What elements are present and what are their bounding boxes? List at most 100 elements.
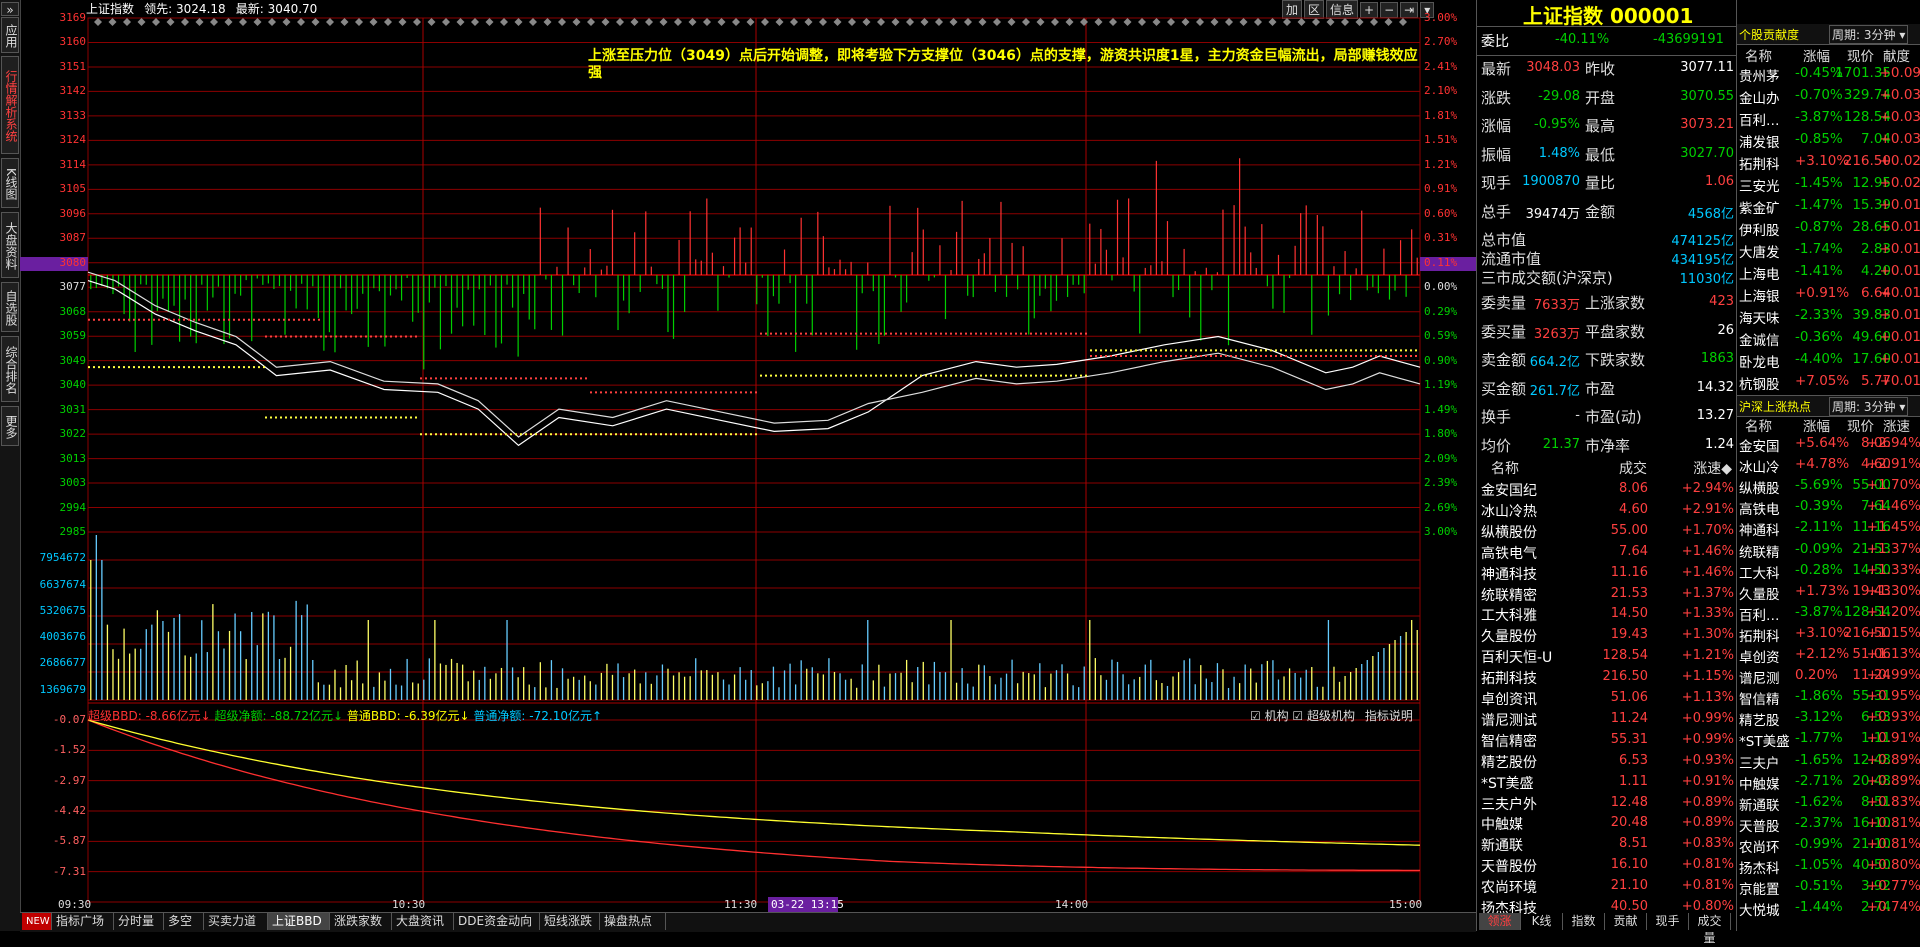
hot-row[interactable]: 拓荆科 +3.10% 216.50 +1.15% <box>1737 625 1920 646</box>
intraday-chart[interactable] <box>0 0 1476 931</box>
event-diamond <box>891 18 900 26</box>
contrib-row[interactable]: 大唐发 -1.74% 2.83 +0.01 <box>1737 241 1920 262</box>
hot-row[interactable]: 久量股 +1.73% 19.43 +1.30% <box>1737 583 1920 604</box>
stock-change: -0.39% <box>1795 498 1843 515</box>
contrib-row[interactable]: 三安光 -1.45% 12.95 +0.02 <box>1737 175 1920 196</box>
event-diamond <box>1051 18 1059 26</box>
bottom-tab-1[interactable]: 指标广场 <box>52 913 114 930</box>
hot-row[interactable]: 百利… -3.87% 128.54 +1.20% <box>1737 604 1920 625</box>
hot-row[interactable]: 三夫户 -1.65% 12.48 +0.89% <box>1737 752 1920 773</box>
hot-row[interactable]: 卓创资 +2.12% 51.06 +1.13% <box>1737 646 1920 667</box>
hot-period-select[interactable]: 周期: 3分钟 ▾ <box>1829 397 1909 416</box>
contrib-row[interactable]: 紫金矿 -1.47% 15.39 +0.01 <box>1737 197 1920 218</box>
list-item-price: 21.53 <box>1610 585 1648 601</box>
stock-metric: +0.77% <box>1866 878 1920 895</box>
event-diamond <box>1022 18 1030 26</box>
stock-name: 精艺股 <box>1739 713 1780 730</box>
event-diamond <box>500 18 508 26</box>
hot-row[interactable]: *ST美盛 -1.77% 1.11 +0.91% <box>1737 730 1920 751</box>
quote-tab-0[interactable]: 领涨 <box>1479 913 1521 930</box>
market-label: 总市值 <box>1481 231 1527 249</box>
bottom-tab-0[interactable]: NEW <box>22 913 52 930</box>
hot-row[interactable]: 统联精 -0.09% 21.53 +1.37% <box>1737 541 1920 562</box>
hot-row[interactable]: 冰山冷 +4.78% 4.60 +2.91% <box>1737 456 1920 477</box>
bottom-tab-6[interactable]: 涨跌家数 <box>330 913 392 930</box>
event-diamond <box>1138 18 1146 26</box>
quote-tab-3[interactable]: 贡献 <box>1605 913 1647 930</box>
contrib-row[interactable]: 卧龙电 -4.40% 17.60 +0.01 <box>1737 351 1920 372</box>
list-item-speed: +2.94% <box>1681 481 1734 496</box>
list-item-speed: +2.91% <box>1681 501 1734 517</box>
hot-row[interactable]: 精艺股 -3.12% 6.53 +0.93% <box>1737 709 1920 730</box>
bottom-tab-10[interactable]: 操盘热点 <box>600 913 666 930</box>
hot-row[interactable]: 大悦城 -1.44% 2.74 +0.74% <box>1737 899 1920 920</box>
hot-row[interactable]: 中触媒 -2.71% 20.48 +0.89% <box>1737 773 1920 794</box>
checkbox-institution[interactable]: ☑ 机构 <box>1250 709 1289 723</box>
stock-metric: +0.01 <box>1879 197 1920 213</box>
hot-row[interactable]: 谱尼测 0.20% 11.24 +0.99% <box>1737 667 1920 688</box>
contrib-row[interactable]: 金诚信 -0.36% 49.60 +0.01 <box>1737 329 1920 350</box>
bottom-tab-7[interactable]: 大盘资讯 <box>392 913 454 930</box>
stock-metric: +0.81% <box>1866 835 1920 852</box>
hot-row[interactable]: 智信精 -1.86% 55.31 +0.95% <box>1737 688 1920 709</box>
contrib-row[interactable]: 浦发银 -0.85% 7.04 +0.03 <box>1737 131 1920 152</box>
event-diamond <box>1297 18 1306 26</box>
quote-tab-1[interactable]: K线 <box>1521 913 1563 930</box>
quote-tab-4[interactable]: 现手 <box>1647 913 1689 930</box>
hot-row[interactable]: 神通科 -2.11% 11.16 +1.45% <box>1737 519 1920 540</box>
stock-metric: +0.89% <box>1866 772 1920 789</box>
stock-change: -1.62% <box>1795 793 1843 810</box>
quote-label: 涨幅 <box>1481 117 1512 135</box>
event-diamond <box>1283 18 1291 26</box>
quote-label: 开盘 <box>1585 88 1616 107</box>
event-diamond <box>94 18 102 26</box>
market-label: 三市成交额(沪深京) <box>1481 269 1613 287</box>
hot-row[interactable]: 农尚环 -0.99% 21.10 +0.81% <box>1737 836 1920 857</box>
bottom-tab-3[interactable]: 多空 <box>164 913 204 930</box>
indicator-explain-link[interactable]: 指标说明 <box>1365 709 1413 723</box>
contrib-period-select[interactable]: 周期: 3分钟 ▾ <box>1829 25 1909 44</box>
contrib-row[interactable]: 百利… -3.87% 128.54 +0.03 <box>1737 109 1920 130</box>
quote-tab-2[interactable]: 指数 <box>1563 913 1605 930</box>
contrib-row[interactable]: 贵州茅 -0.45% 1701.35 +0.09 <box>1737 65 1920 86</box>
event-diamond <box>761 18 769 26</box>
quote2-value: 26 <box>1717 322 1734 338</box>
hot-row[interactable]: 新通联 -1.62% 8.51 +0.83% <box>1737 794 1920 815</box>
stock-name: 拓荆科 <box>1739 157 1780 173</box>
stock-metric: +1.70% <box>1866 477 1920 494</box>
list-header-speed: 涨速◆ <box>1693 461 1732 477</box>
current-pct-marker <box>1420 257 1476 271</box>
hot-row[interactable]: 高铁电 -0.39% 7.64 +1.46% <box>1737 498 1920 519</box>
bottom-tab-4[interactable]: 买卖力道 <box>204 913 268 930</box>
contrib-row[interactable]: 上海电 -1.41% 4.20 +0.01 <box>1737 263 1920 284</box>
quote-tab-5[interactable]: 成交量 <box>1689 913 1731 945</box>
stock-change: -0.28% <box>1795 561 1843 578</box>
bottom-tab-2[interactable]: 分时量 <box>114 913 164 930</box>
contrib-row[interactable]: 杭钢股 +7.05% 5.77 +0.01 <box>1737 373 1920 394</box>
contrib-row[interactable]: 拓荆科 +3.10% 216.50 +0.02 <box>1737 153 1920 174</box>
stock-metric: +0.03 <box>1879 109 1920 125</box>
hot-row[interactable]: 扬杰科 -1.05% 40.50 +0.80% <box>1737 857 1920 878</box>
stock-name: 久量股 <box>1739 586 1780 603</box>
checkbox-super-institution[interactable]: ☑ 超级机构 <box>1292 709 1355 723</box>
bottom-tab-5[interactable]: 上证BBD <box>268 913 330 930</box>
analysis-annotation: 上涨至压力位（3049）点后开始调整，即将考验下方支撑位（3046）点的支撑，游… <box>588 48 1418 81</box>
hot-row[interactable]: 纵横股 -5.69% 55.00 +1.70% <box>1737 477 1920 498</box>
event-diamond <box>1370 18 1378 26</box>
stock-name: *ST美盛 <box>1739 734 1790 751</box>
stock-name: 拓荆科 <box>1739 628 1780 645</box>
hot-row[interactable]: 天普股 -2.37% 16.10 +0.81% <box>1737 815 1920 836</box>
contrib-row[interactable]: 伊利股 -0.87% 28.65 +0.01 <box>1737 219 1920 240</box>
hot-row[interactable]: 工大科 -0.28% 14.50 +1.33% <box>1737 562 1920 583</box>
hot-row[interactable]: 金安国 +5.64% 8.06 +2.94% <box>1737 435 1920 456</box>
bottom-tab-9[interactable]: 短线涨跌 <box>540 913 600 930</box>
hot-row[interactable]: 京能置 -0.51% 3.92 +0.77% <box>1737 878 1920 899</box>
contrib-row[interactable]: 海天味 -2.33% 39.83 +0.01 <box>1737 307 1920 328</box>
contrib-row[interactable]: 金山办 -0.70% 329.74 +0.03 <box>1737 87 1920 108</box>
stock-metric: +1.15% <box>1866 624 1920 641</box>
quote-value: 4568亿 <box>1687 206 1734 222</box>
stock-name: 上海银 <box>1739 289 1780 305</box>
bottom-tab-8[interactable]: DDE资金动向 <box>454 913 540 930</box>
stock-metric: +1.20% <box>1866 603 1920 620</box>
contrib-row[interactable]: 上海银 +0.91% 6.64 +0.01 <box>1737 285 1920 306</box>
